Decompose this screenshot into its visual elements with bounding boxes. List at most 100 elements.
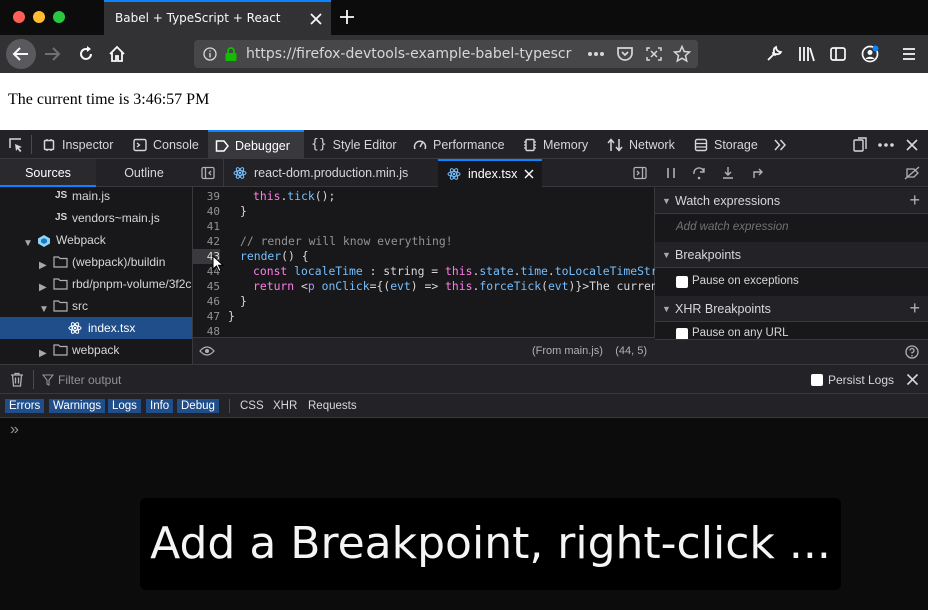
step-out-icon[interactable] (752, 166, 766, 180)
account-button[interactable] (860, 44, 880, 64)
line-number[interactable]: 47 (193, 309, 220, 324)
sidebar-icon[interactable] (829, 45, 847, 63)
trash-icon[interactable] (10, 372, 24, 387)
performance-icon (413, 139, 427, 149)
tree-item-src[interactable]: ▼ src (0, 295, 192, 317)
pause-on-exceptions-row[interactable]: Pause on exceptions (655, 268, 928, 296)
code-line: } (240, 294, 247, 308)
step-over-icon[interactable] (692, 166, 706, 180)
add-watch-plus-icon[interactable]: + (909, 190, 920, 211)
js-file-icon: JS (55, 190, 68, 201)
devtools-options-icon[interactable] (877, 142, 895, 148)
memory-icon (524, 138, 536, 151)
line-number[interactable]: 45 (193, 279, 220, 294)
tree-item-vendors-main-js[interactable]: JS vendors~main.js (0, 207, 192, 229)
current-time-text: The current time is 3:46:57 PM (8, 91, 210, 108)
braces-icon: {} (311, 137, 327, 152)
filter-warnings-button[interactable]: Warnings (49, 399, 106, 413)
reload-icon[interactable] (76, 44, 96, 64)
expanded-triangle-icon: ▼ (662, 250, 671, 260)
pocket-icon[interactable] (616, 46, 634, 62)
close-devtools-icon[interactable] (905, 138, 919, 152)
xhr-breakpoints-header[interactable]: ▼ XHR Breakpoints + (655, 296, 928, 322)
step-in-icon[interactable] (721, 166, 735, 180)
dock-side-icon[interactable] (852, 137, 868, 153)
tab-sources[interactable]: Sources (0, 159, 96, 187)
tree-item-main-js[interactable]: JS main.js (0, 185, 192, 207)
eye-icon[interactable] (199, 345, 215, 357)
tree-item-index-tsx[interactable]: index.tsx (0, 317, 192, 339)
tab-performance[interactable]: Performance (407, 130, 515, 159)
tab-debugger[interactable]: Debugger (208, 130, 304, 159)
toggle-sources-pane-icon[interactable] (201, 166, 215, 180)
wrench-icon[interactable] (764, 44, 784, 64)
tab-console[interactable]: Console (127, 130, 207, 159)
code-view[interactable]: this.tick(); } // render will know every… (228, 187, 655, 337)
forward-arrow-icon[interactable] (42, 44, 62, 64)
more-tools-chevron-icon[interactable] (773, 138, 787, 152)
close-tab-icon[interactable] (307, 10, 325, 28)
tab-memory[interactable]: Memory (517, 130, 597, 159)
pause-icon[interactable] (664, 166, 678, 180)
lock-icon[interactable] (224, 46, 238, 62)
hamburger-menu-icon[interactable] (900, 45, 918, 63)
tab-network[interactable]: Network (601, 130, 685, 159)
deactivate-breakpoints-icon[interactable] (904, 166, 920, 180)
page-actions-icon[interactable] (587, 51, 605, 57)
new-tab-icon[interactable] (338, 8, 356, 26)
info-icon[interactable] (203, 47, 217, 61)
help-icon[interactable] (905, 345, 919, 359)
back-button[interactable] (6, 39, 36, 69)
editor-tab-index-tsx[interactable]: index.tsx (438, 159, 542, 187)
line-number[interactable]: 39 (193, 189, 220, 204)
close-tab-icon[interactable] (524, 169, 534, 179)
persist-logs-checkbox[interactable] (811, 374, 823, 386)
tree-item-rbd-pnpm-volume[interactable]: ▶ rbd/pnpm-volume/3f2c (0, 273, 192, 295)
screenshot-icon[interactable] (645, 46, 663, 62)
bookmark-star-icon[interactable] (673, 45, 691, 63)
tab-storage[interactable]: Storage (688, 130, 768, 159)
source-map-origin[interactable]: (From main.js) (532, 345, 603, 357)
filter-errors-button[interactable]: Errors (5, 399, 45, 413)
filter-css-button[interactable]: CSS (236, 399, 268, 413)
breakpoints-header[interactable]: ▼ Breakpoints (655, 242, 928, 268)
pause-on-exceptions-checkbox[interactable] (676, 276, 688, 288)
home-icon[interactable] (107, 44, 127, 64)
element-picker-icon[interactable] (8, 137, 24, 153)
tree-item-webpack[interactable]: ▼ Webpack (0, 229, 192, 251)
tree-item-webpack-buildin[interactable]: ▶ (webpack)/buildin (0, 251, 192, 273)
pause-on-any-url-checkbox[interactable] (676, 328, 688, 339)
line-number[interactable]: 40 (193, 204, 220, 219)
watch-expressions-header[interactable]: ▼ Watch expressions + (655, 188, 928, 214)
browser-tab[interactable]: Babel + TypeScript + React (104, 0, 331, 35)
expanded-triangle-icon: ▼ (39, 304, 49, 315)
close-split-console-icon[interactable] (906, 373, 919, 386)
filter-info-button[interactable]: Info (146, 399, 174, 413)
tab-style-editor[interactable]: {} Style Editor (305, 130, 406, 159)
line-number[interactable]: 41 (193, 219, 220, 234)
debugger-secondary-panel: ▼ Watch expressions + Add watch expressi… (655, 159, 928, 364)
add-xhr-plus-icon[interactable]: + (909, 298, 920, 319)
zoom-window-button[interactable] (53, 11, 65, 23)
filter-requests-button[interactable]: Requests (304, 399, 361, 413)
filter-debug-button[interactable]: Debug (177, 399, 219, 413)
library-icon[interactable] (797, 44, 817, 64)
pause-on-any-url-row[interactable]: Pause on any URL (655, 322, 928, 339)
add-watch-expression-input[interactable]: Add watch expression (655, 214, 928, 242)
filter-logs-button[interactable]: Logs (108, 399, 141, 413)
tab-inspector[interactable]: Inspector (36, 130, 124, 159)
line-number[interactable]: 46 (193, 294, 220, 309)
webpack-cube-icon (38, 235, 50, 247)
tab-outline[interactable]: Outline (96, 159, 192, 187)
close-window-button[interactable] (13, 11, 25, 23)
toggle-right-pane-icon[interactable] (633, 166, 647, 180)
console-filter-input[interactable]: Filter output (38, 368, 798, 391)
editor-tab-react-dom[interactable]: react-dom.production.min.js (224, 159, 433, 187)
url-bar[interactable]: https://firefox-devtools-example-babel-t… (194, 40, 698, 68)
minimize-window-button[interactable] (33, 11, 45, 23)
tree-item-webpack-folder[interactable]: ▶ webpack (0, 339, 192, 361)
video-caption: Add a Breakpoint, right-click ... (140, 498, 841, 590)
line-number[interactable]: 42 (193, 234, 220, 249)
filter-xhr-button[interactable]: XHR (269, 399, 301, 413)
account-icon (861, 45, 879, 63)
